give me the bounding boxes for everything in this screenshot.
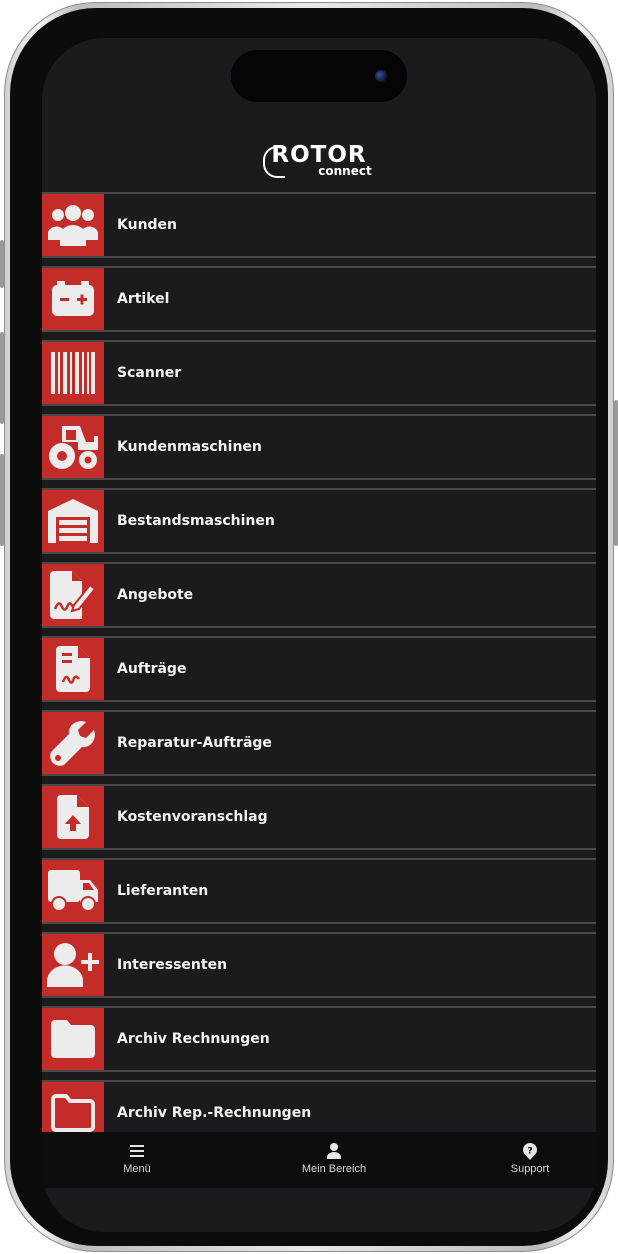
home-indicator-area <box>42 1188 596 1232</box>
phone-frame: ROTOR connect Kunden Artikel Scanner Kun… <box>0 2 618 1252</box>
help-icon: ? <box>523 1143 537 1160</box>
tab-label: Support <box>510 1163 550 1175</box>
phone-bezel: ROTOR connect Kunden Artikel Scanner Kun… <box>10 8 608 1246</box>
menu-item-label: Lieferanten <box>117 883 209 899</box>
folder-outline-icon <box>42 1082 104 1132</box>
tractor-icon <box>42 416 104 478</box>
tab-mein-bereich[interactable]: Mein Bereich <box>274 1132 394 1188</box>
file-upload-icon <box>42 786 104 848</box>
menu-item-label: Reparatur-Aufträge <box>117 735 272 751</box>
camera-icon <box>375 70 387 82</box>
power-button <box>614 400 618 546</box>
menu-item-label: Angebote <box>117 587 194 603</box>
menu-item-archiv-rechnungen[interactable]: Archiv Rechnungen <box>42 1006 596 1072</box>
document-signature-icon <box>42 638 104 700</box>
user-icon <box>327 1143 341 1159</box>
menu-item-label: Kundenmaschinen <box>117 439 262 455</box>
main-menu-list[interactable]: Kunden Artikel Scanner Kundenmaschinen B… <box>42 192 596 1132</box>
menu-item-artikel[interactable]: Artikel <box>42 266 596 332</box>
menu-item-angebote[interactable]: Angebote <box>42 562 596 628</box>
menu-item-bestandsmaschinen[interactable]: Bestandsmaschinen <box>42 488 596 554</box>
barcode-icon <box>42 342 104 404</box>
wrench-icon <box>42 712 104 774</box>
tab-support[interactable]: ? Support <box>490 1132 570 1188</box>
hamburger-icon <box>130 1145 144 1157</box>
menu-item-kunden[interactable]: Kunden <box>42 192 596 258</box>
menu-item-label: Scanner <box>117 365 182 381</box>
action-button <box>0 240 4 288</box>
bottom-tab-bar: Menü Mein Bereich ? Support <box>42 1132 596 1188</box>
menu-item-label: Bestandsmaschinen <box>117 513 275 529</box>
logo-ring-icon <box>263 146 286 178</box>
menu-item-label: Kunden <box>117 217 178 233</box>
truck-icon <box>42 860 104 922</box>
users-icon <box>42 194 104 256</box>
menu-item-label: Kostenvoranschlag <box>117 809 268 825</box>
logo-main-text: ROTOR <box>271 142 367 168</box>
menu-item-archiv-rep-rechnungen[interactable]: Archiv Rep.-Rechnungen <box>42 1080 596 1132</box>
menu-item-reparatur-auftraege[interactable]: Reparatur-Aufträge <box>42 710 596 776</box>
volume-down-button <box>0 454 4 546</box>
tab-menu[interactable]: Menü <box>92 1132 182 1188</box>
volume-up-button <box>0 332 4 424</box>
add-user-icon <box>42 934 104 996</box>
menu-item-kostenvoranschlag[interactable]: Kostenvoranschlag <box>42 784 596 850</box>
menu-item-scanner[interactable]: Scanner <box>42 340 596 406</box>
svg-text:?: ? <box>527 1147 532 1157</box>
menu-item-label: Artikel <box>117 291 170 307</box>
menu-item-label: Archiv Rep.-Rechnungen <box>117 1105 312 1121</box>
tab-label: Menü <box>123 1163 151 1175</box>
menu-item-auftraege[interactable]: Aufträge <box>42 636 596 702</box>
menu-item-interessenten[interactable]: Interessenten <box>42 932 596 998</box>
signed-document-icon <box>42 564 104 626</box>
folder-icon <box>42 1008 104 1070</box>
logo-text: ROTOR <box>263 142 367 178</box>
menu-item-label: Aufträge <box>117 661 187 677</box>
tab-label: Mein Bereich <box>301 1163 367 1175</box>
dynamic-island <box>231 50 407 102</box>
menu-item-label: Interessenten <box>117 957 228 973</box>
menu-item-label: Archiv Rechnungen <box>117 1031 270 1047</box>
battery-icon <box>42 268 104 330</box>
menu-item-lieferanten[interactable]: Lieferanten <box>42 858 596 924</box>
warehouse-icon <box>42 490 104 552</box>
menu-item-kundenmaschinen[interactable]: Kundenmaschinen <box>42 414 596 480</box>
screen: ROTOR connect Kunden Artikel Scanner Kun… <box>42 38 596 1232</box>
app-logo: ROTOR connect <box>42 142 596 178</box>
